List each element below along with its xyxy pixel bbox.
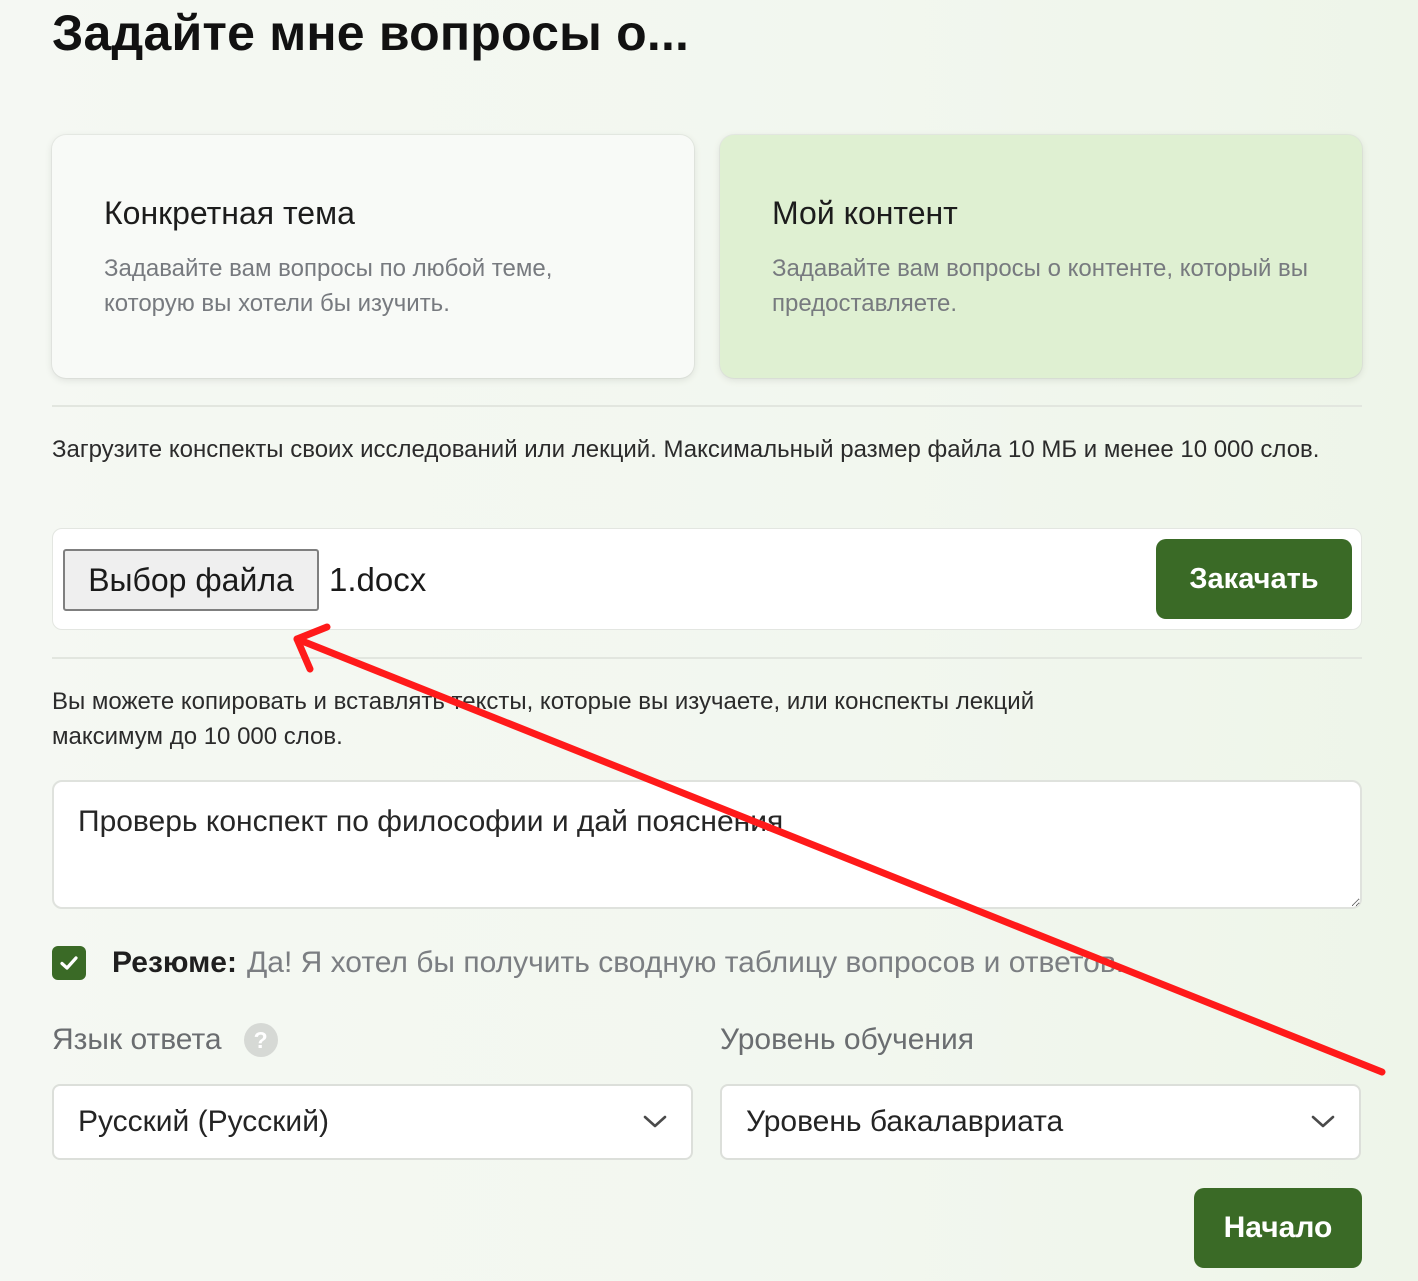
education-level-select[interactable]: Уровень бакалавриата (720, 1084, 1361, 1160)
education-level-label: Уровень обучения (720, 1023, 974, 1056)
chevron-down-icon (1311, 1115, 1335, 1128)
option-card-specific-topic[interactable]: Конкретная тема Задавайте вам вопросы по… (52, 135, 694, 378)
card-title: Конкретная тема (104, 195, 355, 231)
response-language-label: Язык ответа (52, 1023, 222, 1056)
divider (52, 405, 1362, 407)
paste-instructions: Вы можете копировать и вставлять тексты,… (52, 688, 1035, 750)
summary-text: Да! Я хотел бы получить сводную таблицу … (246, 946, 1125, 979)
selected-file-name: 1.docx (329, 561, 427, 598)
response-language-select[interactable]: Русский (Русский) (52, 1084, 693, 1160)
upload-button[interactable]: Закачать (1156, 539, 1352, 619)
upload-instructions: Загрузите конспекты своих исследований и… (52, 436, 1320, 463)
start-button[interactable]: Начало (1194, 1188, 1362, 1268)
response-language-label-group: Язык ответа ? (52, 1020, 278, 1060)
chevron-down-icon (643, 1115, 667, 1128)
option-card-my-content[interactable]: Мой контент Задавайте вам вопросы о конт… (720, 135, 1362, 378)
notes-textarea[interactable] (52, 780, 1362, 909)
education-level-value: Уровень бакалавриата (746, 1105, 1064, 1138)
divider (52, 657, 1362, 659)
card-title: Мой контент (772, 195, 958, 231)
question-icon[interactable]: ? (243, 1023, 278, 1057)
choose-file-button[interactable]: Выбор файла (63, 549, 319, 611)
response-language-value: Русский (Русский) (78, 1105, 329, 1138)
summary-label: Резюме: (112, 946, 237, 979)
summary-option: Резюме: Да! Я хотел бы получить сводную … (52, 944, 1124, 982)
education-level-label-group: Уровень обучения (720, 1020, 974, 1060)
page-title: Задайте мне вопросы о... (52, 5, 690, 61)
card-description: Задавайте вам вопросы о контенте, которы… (772, 255, 1309, 317)
card-description: Задавайте вам вопросы по любой теме, кот… (104, 255, 553, 317)
check-icon (60, 956, 78, 970)
file-upload-panel: Выбор файла 1.docx Закачать (52, 528, 1362, 630)
summary-checkbox[interactable] (52, 946, 86, 980)
